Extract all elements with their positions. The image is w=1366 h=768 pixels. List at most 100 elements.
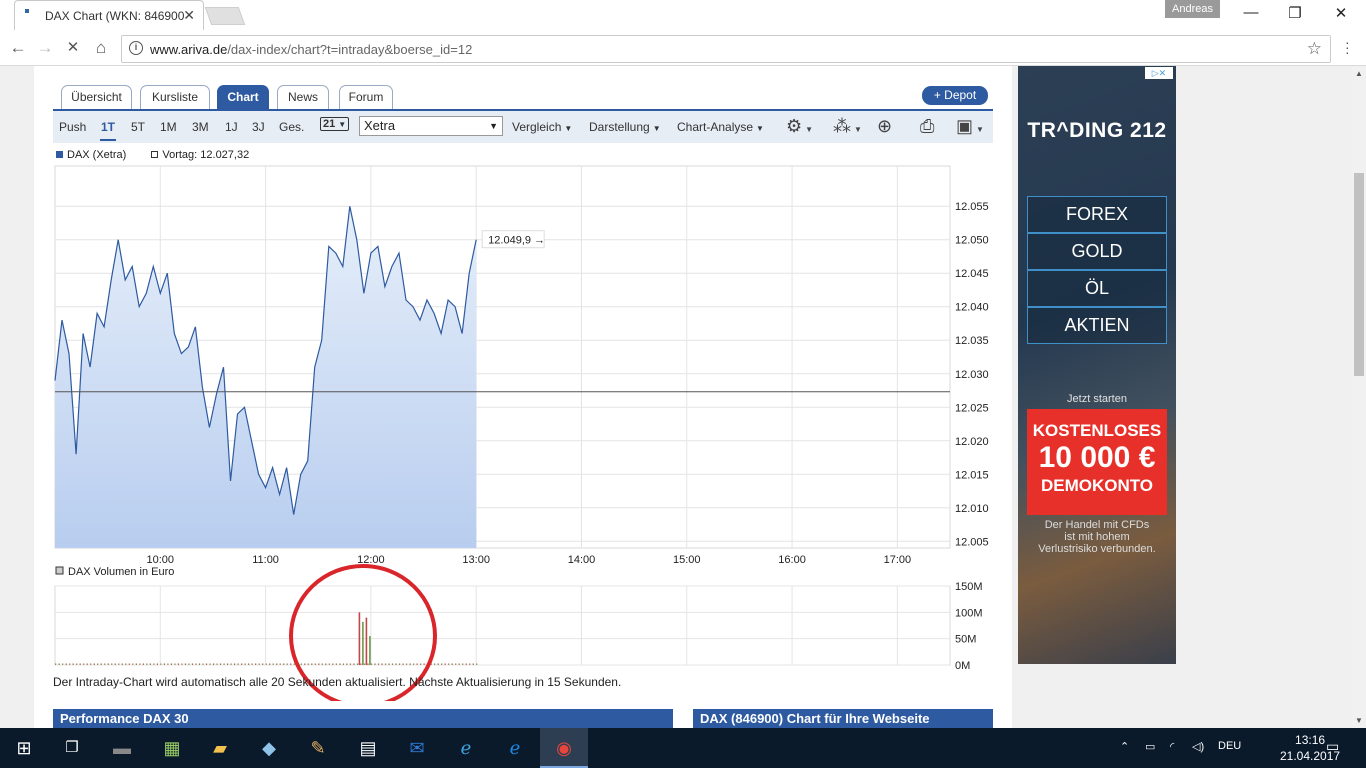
scroll-up-icon[interactable]: ▲ xyxy=(1355,69,1363,78)
browser-tab[interactable]: DAX Chart (WKN: 846900 ✕ xyxy=(14,0,204,30)
minimize-icon[interactable]: — xyxy=(1228,4,1274,21)
tab-chart[interactable]: Chart xyxy=(217,85,269,110)
period-ges[interactable]: Ges. xyxy=(279,120,304,134)
volume-bar xyxy=(209,663,210,665)
forward-icon[interactable]: → xyxy=(34,38,56,58)
volume-bar xyxy=(476,663,477,665)
app-generic-icon[interactable]: ▬ xyxy=(110,736,134,760)
windows-taskbar: ⊞ ❐ ▬ ▦ ▰ ◆ ✎ ▤ ✉ ℯ ℯ ◉ ⌃ ▭ ◜ ◁) DEU 13:… xyxy=(0,728,1366,768)
ad-category-forex[interactable]: FOREX xyxy=(1027,196,1167,233)
app-icon-1[interactable]: ▦ xyxy=(160,736,184,760)
back-icon[interactable]: ← xyxy=(7,38,29,58)
ad-category-aktien[interactable]: AKTIEN xyxy=(1027,307,1167,344)
menu-vergleich[interactable]: Vergleich▼ xyxy=(512,120,572,134)
volume-bar xyxy=(255,663,256,665)
tab-uebersicht[interactable]: Übersicht xyxy=(61,85,132,110)
share-network-icon[interactable]: ⁂▼ xyxy=(833,116,862,137)
tab-forum[interactable]: Forum xyxy=(339,85,393,110)
language-indicator[interactable]: DEU xyxy=(1218,740,1241,752)
outlook-icon[interactable]: ✉ xyxy=(405,736,429,760)
ad-cta-button[interactable]: KOSTENLOSES 10 000 € DEMOKONTO xyxy=(1027,409,1167,515)
volume-bar xyxy=(245,663,246,665)
price-y-tick: 12.020 xyxy=(955,436,989,448)
page-scrollbar[interactable]: ▲ ▼ xyxy=(1352,66,1366,728)
volume-icon[interactable]: ◁) xyxy=(1192,740,1204,753)
tab-kursliste[interactable]: Kursliste xyxy=(140,85,210,110)
volume-bar xyxy=(332,663,333,665)
adchoices-icon[interactable]: ▷✕ xyxy=(1145,67,1173,79)
volume-bar xyxy=(115,663,116,665)
action-center-icon[interactable]: ▭ xyxy=(1326,738,1339,755)
ad-category-gold[interactable]: GOLD xyxy=(1027,233,1167,270)
save-icon[interactable]: ▣▼ xyxy=(956,116,984,137)
task-view-icon[interactable]: ❐ xyxy=(60,736,84,760)
period-push[interactable]: Push xyxy=(59,120,86,134)
browser-menu-icon[interactable]: ··· xyxy=(1345,40,1350,55)
volume-bar xyxy=(178,663,179,665)
scrollbar-thumb[interactable] xyxy=(1354,173,1364,376)
new-tab-button[interactable] xyxy=(205,7,246,25)
address-bar[interactable]: i www.ariva.de/dax-index/chart?t=intrada… xyxy=(121,35,1331,63)
chrome-icon[interactable]: ◉ xyxy=(552,736,576,760)
zoom-icon[interactable]: ⊕ xyxy=(877,116,892,137)
url-text[interactable]: www.ariva.de/dax-index/chart?t=intraday&… xyxy=(150,42,472,57)
advertisement-banner[interactable]: ▷✕ TR^DING 212 FOREX GOLD ÖL AKTIEN Jetz… xyxy=(1018,66,1176,664)
windows-start-icon[interactable]: ⊞ xyxy=(12,736,36,760)
volume-bar xyxy=(366,618,368,665)
prev-close-label: Vortag: 12.027,32 xyxy=(162,149,249,161)
menu-chart-analyse[interactable]: Chart-Analyse▼ xyxy=(677,120,764,134)
battery-icon[interactable]: ▭ xyxy=(1145,740,1155,753)
volume-bar xyxy=(139,663,140,665)
price-x-tick: 14:00 xyxy=(568,554,596,566)
wifi-icon[interactable]: ◜ xyxy=(1170,740,1174,753)
section-performance[interactable]: Performance DAX 30 xyxy=(53,709,673,728)
scroll-down-icon[interactable]: ▼ xyxy=(1355,716,1363,725)
restore-icon[interactable]: ❐ xyxy=(1272,4,1318,22)
volume-bar xyxy=(283,663,284,665)
price-y-tick: 12.025 xyxy=(955,402,989,414)
volume-bar xyxy=(417,663,418,665)
stop-icon[interactable]: ✕ xyxy=(62,38,84,56)
period-active-indicator xyxy=(100,139,116,141)
calendar-icon[interactable]: 21▼ xyxy=(320,117,349,131)
info-icon[interactable]: i xyxy=(129,41,143,55)
period-3j[interactable]: 3J xyxy=(252,120,265,134)
home-icon[interactable]: ⌂ xyxy=(90,38,112,58)
exchange-select[interactable]: Xetra▼ xyxy=(359,116,503,136)
ad-category-oel[interactable]: ÖL xyxy=(1027,270,1167,307)
period-5t[interactable]: 5T xyxy=(131,120,145,134)
auto-refresh-notice: Der Intraday-Chart wird automatisch alle… xyxy=(53,675,621,689)
volume-y-tick: 100M xyxy=(955,607,983,619)
volume-bar xyxy=(438,663,439,665)
page-viewport: Übersicht Kursliste Chart News Forum + D… xyxy=(0,66,1352,728)
volume-bar xyxy=(301,663,302,665)
calculator-icon[interactable]: ▤ xyxy=(356,736,380,760)
volume-bar xyxy=(153,663,154,665)
internet-explorer-icon[interactable]: ℯ xyxy=(454,736,478,760)
period-1t[interactable]: 1T xyxy=(101,120,115,134)
period-1j[interactable]: 1J xyxy=(225,120,238,134)
menu-darstellung[interactable]: Darstellung▼ xyxy=(589,120,661,134)
tab-news[interactable]: News xyxy=(277,85,329,110)
volume-bar xyxy=(359,612,361,665)
volume-bar xyxy=(223,663,224,665)
paint-icon[interactable]: ✎ xyxy=(306,736,330,760)
section-embed-chart[interactable]: DAX (846900) Chart für Ihre Webseite xyxy=(693,709,993,728)
add-depot-button[interactable]: + Depot xyxy=(922,86,988,105)
period-3m[interactable]: 3M xyxy=(192,120,209,134)
tray-chevron-icon[interactable]: ⌃ xyxy=(1120,740,1129,753)
period-1m[interactable]: 1M xyxy=(160,120,177,134)
close-window-icon[interactable]: ✕ xyxy=(1318,4,1364,22)
volume-bar xyxy=(329,663,330,665)
settings-gear-icon[interactable]: ⚙▼ xyxy=(786,116,813,137)
file-explorer-icon[interactable]: ▰ xyxy=(208,736,232,760)
print-icon[interactable]: ⎙ xyxy=(920,116,934,137)
profile-badge[interactable]: Andreas xyxy=(1165,0,1220,18)
app-icon-2[interactable]: ◆ xyxy=(257,736,281,760)
chevron-down-icon: ▼ xyxy=(489,117,498,135)
volume-bar xyxy=(455,663,456,665)
edge-icon[interactable]: ℯ xyxy=(503,736,527,760)
bookmark-star-icon[interactable]: ☆ xyxy=(1307,39,1322,59)
close-tab-icon[interactable]: ✕ xyxy=(183,7,195,24)
volume-bar xyxy=(441,663,442,665)
